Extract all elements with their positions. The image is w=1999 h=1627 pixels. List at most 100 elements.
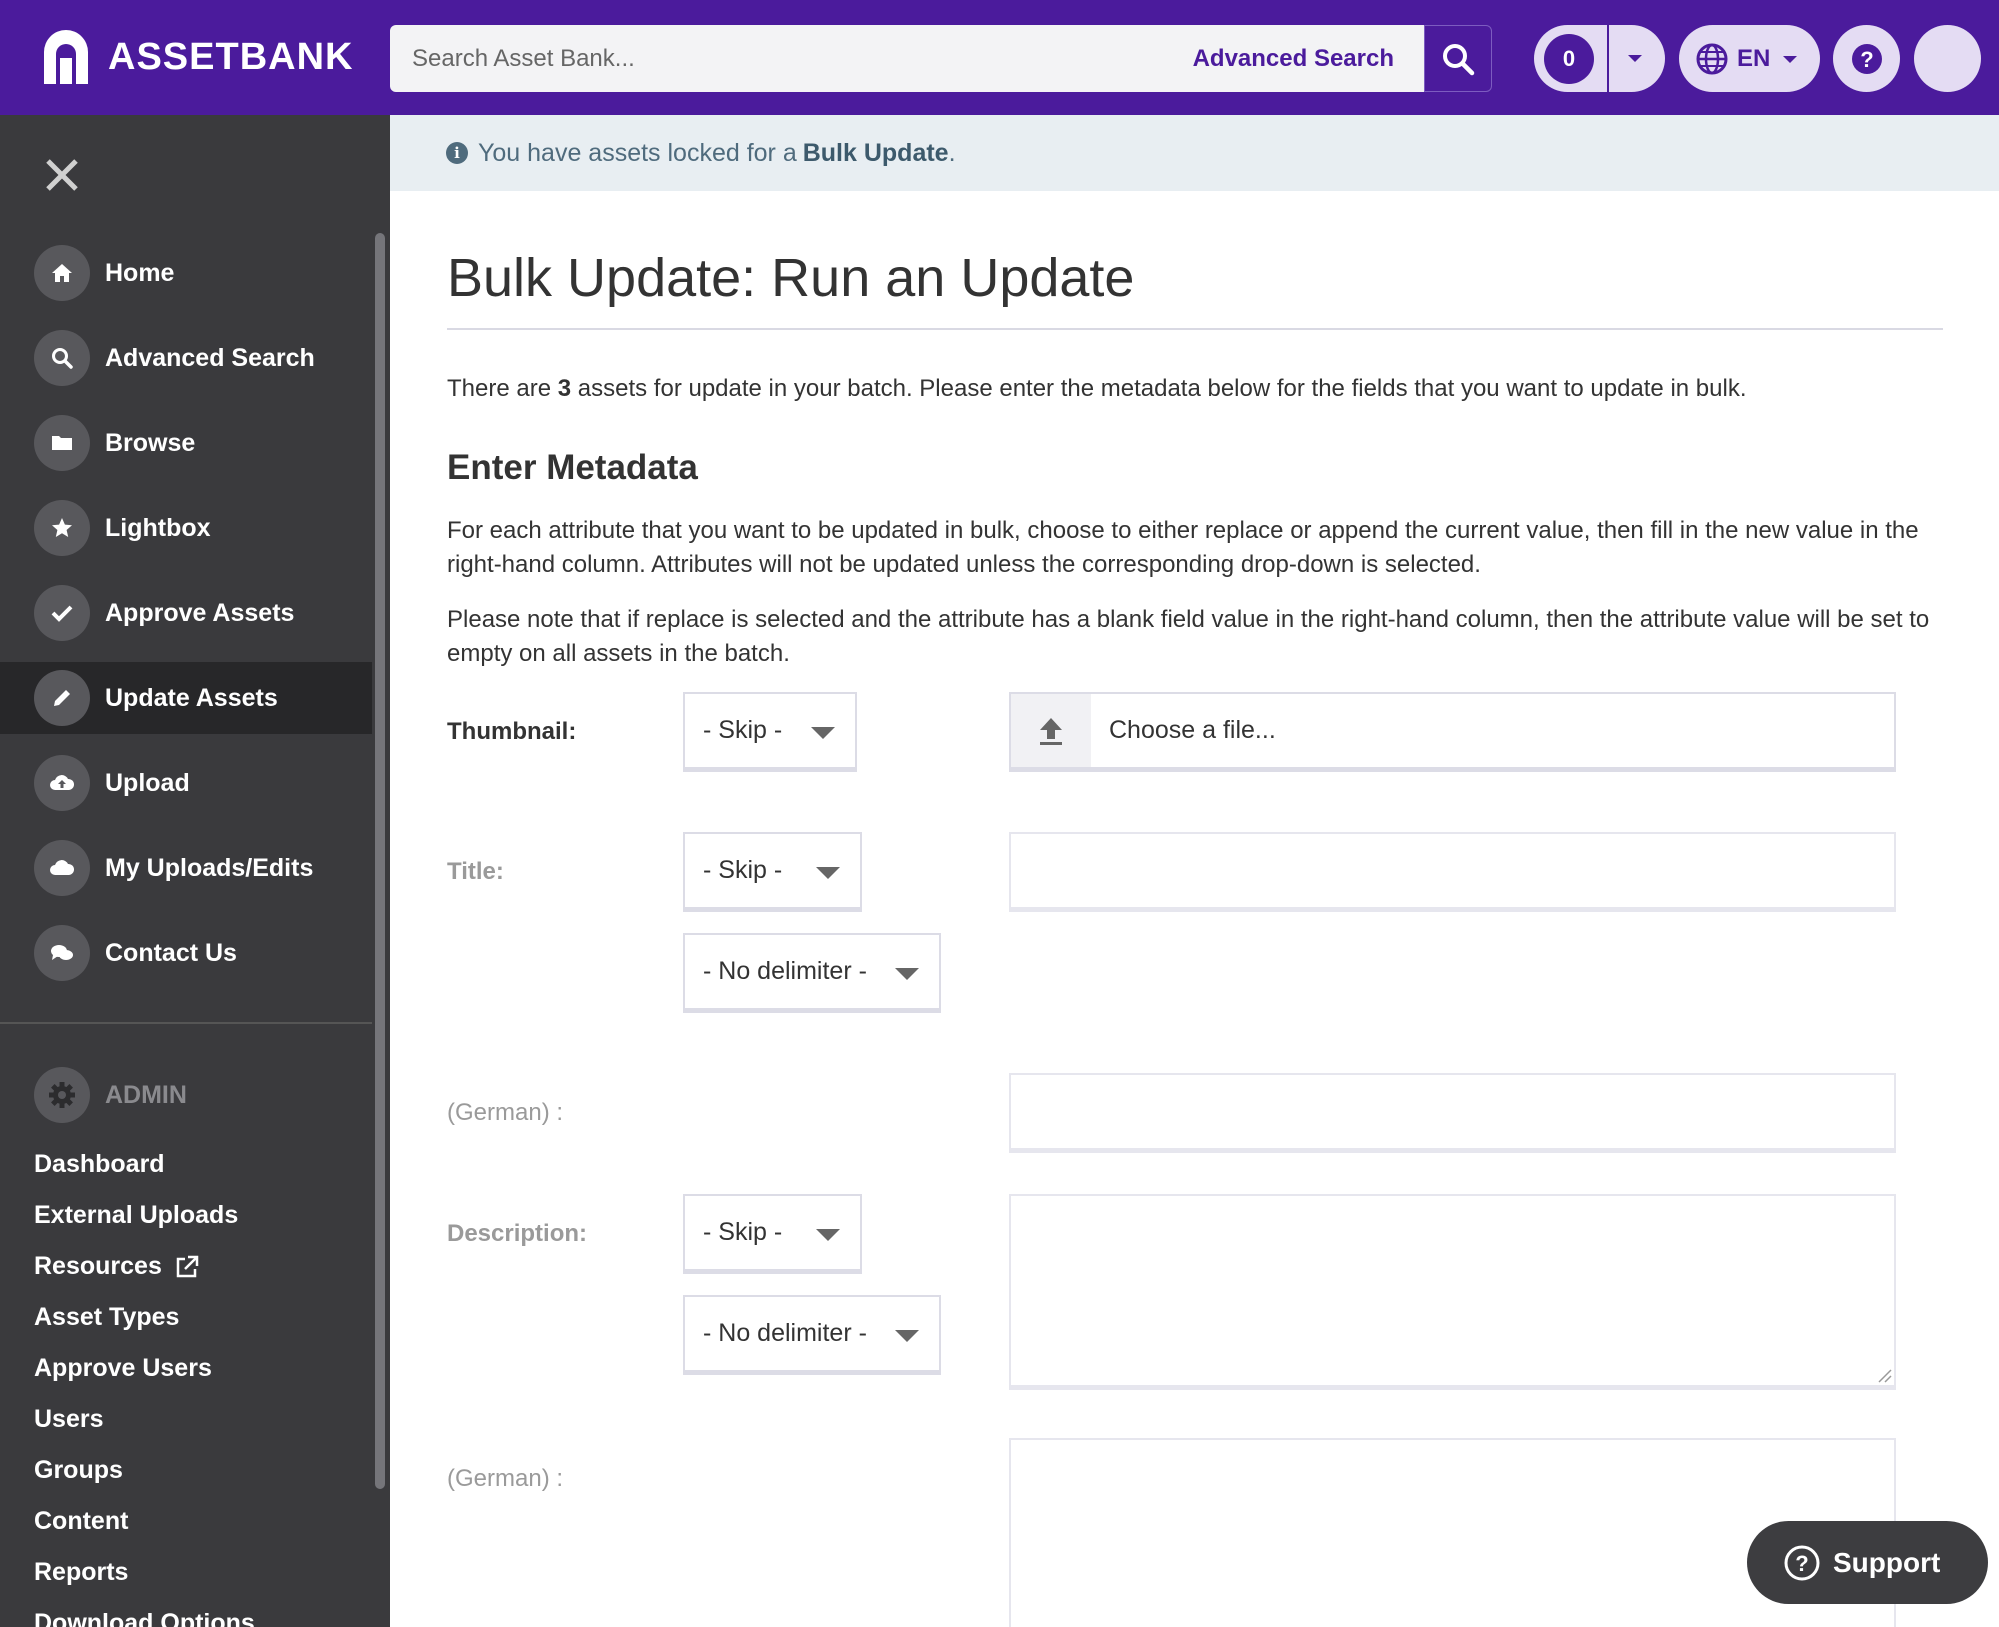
sidebar-item-label: Advanced Search <box>105 343 315 372</box>
note-paragraph: Please note that if replace is selected … <box>447 606 1930 667</box>
cloud-upload-icon <box>34 755 90 811</box>
lightbox-cart: 0 <box>1534 25 1665 92</box>
sidebar: Home Advanced Search Browse Lightbox App… <box>0 115 390 1627</box>
language-selector[interactable]: EN <box>1679 25 1820 92</box>
description-action-select[interactable]: - Skip - <box>683 1194 862 1274</box>
sidebar-item-label: Approve Assets <box>105 598 295 627</box>
admin-link-asset-types[interactable]: Asset Types <box>34 1303 179 1332</box>
gear-icon <box>34 1067 90 1123</box>
sidebar-item-label: Contact Us <box>105 938 237 967</box>
resize-handle-icon[interactable] <box>1876 1367 1892 1383</box>
title-action-select[interactable]: - Skip - <box>683 832 862 912</box>
globe-icon <box>1696 43 1728 74</box>
sidebar-item-label: Browse <box>105 428 196 457</box>
description-label: Description: <box>447 1220 588 1247</box>
select-value: - Skip - <box>703 856 783 884</box>
chat-icon <box>34 925 90 981</box>
search-input[interactable] <box>412 25 1152 92</box>
admin-link-reports[interactable]: Reports <box>34 1558 128 1587</box>
bulk-update-notice: i You have assets locked for a Bulk Upda… <box>390 115 1999 191</box>
description-textarea[interactable] <box>1009 1194 1896 1390</box>
notice-end: . <box>948 138 956 167</box>
sidebar-item-home[interactable]: Home <box>0 237 372 309</box>
main-content: i You have assets locked for a Bulk Upda… <box>390 115 1999 1627</box>
admin-link-content[interactable]: Content <box>34 1507 128 1536</box>
support-button[interactable]: ? Support <box>1747 1521 1988 1604</box>
section-title: Enter Metadata <box>447 448 698 487</box>
title-label: Title: <box>447 858 504 885</box>
brand-name: ASSETBANK <box>108 35 354 78</box>
admin-link-dashboard[interactable]: Dashboard <box>34 1150 165 1179</box>
select-value: - No delimiter - <box>703 1319 867 1347</box>
sidebar-item-contact-us[interactable]: Contact Us <box>0 917 372 989</box>
top-bar: ASSETBANK Advanced Search 0 EN <box>0 0 1999 115</box>
chevron-down-icon <box>811 727 835 739</box>
chevron-down-icon <box>895 968 919 980</box>
sidebar-item-upload[interactable]: Upload <box>0 747 372 819</box>
question-icon: ? <box>1784 1545 1820 1580</box>
admin-link-resources[interactable]: Resources <box>34 1252 200 1281</box>
chevron-down-icon <box>1783 55 1798 63</box>
search-button[interactable] <box>1424 25 1492 92</box>
batch-intro: There are 3 assets for update in your ba… <box>447 375 1747 403</box>
sidebar-item-update-assets[interactable]: Update Assets <box>0 662 372 734</box>
cart-count-button[interactable]: 0 <box>1544 34 1594 84</box>
file-placeholder: Choose a file... <box>1109 716 1276 744</box>
assetbank-logo[interactable]: ASSETBANK <box>40 28 353 86</box>
home-icon <box>34 245 90 301</box>
close-icon[interactable] <box>42 155 82 195</box>
title-input[interactable] <box>1009 832 1896 912</box>
thumbnail-action-select[interactable]: - Skip - <box>683 692 857 772</box>
sidebar-item-browse[interactable]: Browse <box>0 407 372 479</box>
chevron-down-icon <box>816 1229 840 1241</box>
admin-link-download-options[interactable]: Download Options <box>34 1609 255 1627</box>
admin-label: ADMIN <box>105 1080 187 1109</box>
chevron-down-icon <box>816 867 840 879</box>
title-delimiter-select[interactable]: - No delimiter - <box>683 933 941 1013</box>
sidebar-item-approve-assets[interactable]: Approve Assets <box>0 577 372 649</box>
bulk-update-link[interactable]: Bulk Update <box>803 139 949 168</box>
support-label: Support <box>1833 1546 1941 1578</box>
user-avatar[interactable] <box>1914 25 1981 92</box>
sidebar-item-advanced-search[interactable]: Advanced Search <box>0 322 372 394</box>
notice-text: You have assets locked for a <box>478 138 797 167</box>
admin-link-label: Resources <box>34 1252 162 1280</box>
select-value: - Skip - <box>703 716 783 744</box>
page-title: Bulk Update: Run an Update <box>447 248 1135 308</box>
external-link-icon <box>176 1255 199 1277</box>
sidebar-item-my-uploads[interactable]: My Uploads/Edits <box>0 832 372 904</box>
admin-link-external-uploads[interactable]: External Uploads <box>34 1201 238 1230</box>
advanced-search-link[interactable]: Advanced Search <box>1193 45 1394 73</box>
select-value: - Skip - <box>703 1218 783 1246</box>
folder-icon <box>34 415 90 471</box>
help-button[interactable]: ? <box>1833 25 1900 92</box>
intro-post: assets for update in your batch. Please … <box>577 375 1747 402</box>
info-icon: i <box>446 142 468 164</box>
admin-link-groups[interactable]: Groups <box>34 1456 123 1485</box>
description-delimiter-select[interactable]: - No delimiter - <box>683 1295 941 1375</box>
sidebar-item-label: My Uploads/Edits <box>105 853 314 882</box>
search-icon <box>34 330 90 386</box>
intro-pre: There are <box>447 375 552 402</box>
title-german-input[interactable] <box>1009 1073 1896 1153</box>
search-bar: Advanced Search <box>390 25 1424 92</box>
svg-text:?: ? <box>1860 47 1873 72</box>
select-value: - No delimiter - <box>703 957 867 985</box>
search-icon <box>1443 43 1475 75</box>
language-code: EN <box>1737 44 1771 72</box>
sidebar-item-label: Lightbox <box>105 513 211 542</box>
sidebar-scrollbar[interactable] <box>375 233 385 1489</box>
admin-link-approve-users[interactable]: Approve Users <box>34 1354 212 1383</box>
thumbnail-file-input[interactable]: Choose a file... <box>1009 692 1896 772</box>
title-divider <box>447 328 1943 330</box>
question-icon: ? <box>1851 43 1882 74</box>
cloud-icon <box>34 840 90 896</box>
chevron-down-icon[interactable] <box>1624 45 1646 71</box>
sidebar-item-lightbox[interactable]: Lightbox <box>0 492 372 564</box>
admin-link-users[interactable]: Users <box>34 1405 104 1434</box>
logo-icon <box>44 30 88 84</box>
pencil-icon <box>34 670 90 726</box>
admin-section-header: ADMIN <box>34 1067 187 1123</box>
cart-divider <box>1607 25 1609 92</box>
chevron-down-icon <box>895 1330 919 1342</box>
